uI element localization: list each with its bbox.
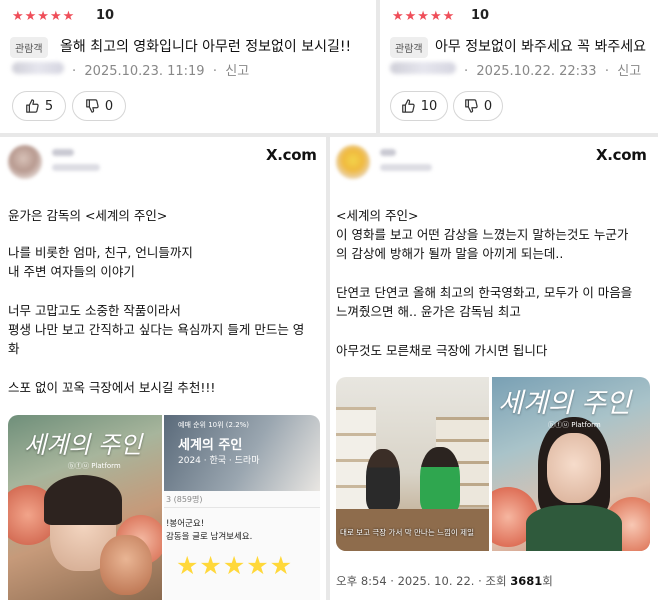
movie-poster-photo[interactable]: 세계의 주인 ⓑⓕⓤ Platform: [8, 415, 162, 600]
post-line: 너무 고맙고도 소중한 작품이라서: [8, 303, 181, 318]
blurred-display-name: [380, 149, 396, 156]
review-text: 올해 최고의 영화입니다 아무런 정보없이 보시길!!: [60, 39, 352, 55]
card-info: 2024 · 한국 · 드라마: [178, 456, 260, 466]
dislike-count: 0: [483, 98, 493, 114]
rank-badge: 예매 순위 10위 (2.2%): [178, 421, 250, 429]
poster-brand: ⓑⓕⓤ Platform: [68, 462, 121, 470]
blurred-avatar: [8, 145, 42, 179]
video-subtitle: 대로 보고 극장 가서 막 만나는 느낌이 제일: [340, 528, 474, 537]
review-text: 아무 정보없이 봐주세요 꼭 봐주세요: [435, 39, 646, 55]
rating-stars: ★★★★★: [12, 9, 76, 24]
poster-hair: [44, 475, 122, 525]
like-button[interactable]: 5: [12, 91, 66, 121]
person-left: [366, 449, 400, 511]
post-line: 아무것도 모른채로 극장에 가시면 됩니다: [336, 343, 548, 358]
thumbs-up-icon: [401, 99, 415, 113]
blurred-display-name: [52, 149, 74, 156]
report-link[interactable]: 신고: [617, 64, 641, 79]
post-line: 윤가은 감독의 <세계의 주인>: [8, 208, 168, 223]
post-line: 의 감상에 방해가 될까 말을 아끼게 되는데..: [336, 246, 564, 261]
movie-app-card[interactable]: 예매 순위 10위 (2.2%) 세계의 주인 2024 · 한국 · 드라마 …: [164, 415, 320, 600]
post-footer: 오후 8:54 · 2025. 10. 22. · 조회 3681회: [336, 573, 553, 589]
x-logo-text[interactable]: X.com: [266, 146, 317, 164]
sticker-line2: 감동을 글로 남겨보세요.: [166, 532, 253, 542]
poster-title: 세계의 주인: [498, 388, 631, 419]
x-post-left: X.com 윤가은 감독의 <세계의 주인> 나를 비롯한 엄마, 친구, 언니…: [0, 137, 326, 600]
post-line: <세계의 주인>: [336, 208, 419, 223]
movie-poster[interactable]: 세계의 주인 ⓑⓕⓤ Platform: [492, 377, 650, 551]
like-button[interactable]: 10: [390, 91, 448, 121]
post-line: 느껴줬으면 해.. 윤가은 감독님 최고: [336, 304, 521, 319]
review-card-right: ★★★★★ 10 관람객 아무 정보없이 봐주세요 꼭 봐주세요 · 2025.…: [380, 0, 658, 133]
viewer-badge: 관람객: [390, 37, 428, 58]
post-line: 이 영화를 보고 어떤 감상을 느꼈는지 말하는것도 누군가: [336, 227, 629, 242]
blurred-avatar: [336, 145, 370, 179]
blurred-username: [390, 62, 456, 74]
post-timestamp: 오후 8:54 · 2025. 10. 22. · 조회: [336, 574, 511, 588]
post-line: 평생 나만 보고 간직하고 싶다는 욕심까지 들게 만드는 영: [8, 322, 305, 337]
interview-video-still[interactable]: 대로 보고 극장 가서 막 만나는 느낌이 제일: [336, 377, 489, 551]
poster-brand: ⓑⓕⓤ Platform: [548, 421, 601, 429]
card-count: 3 (859명): [166, 495, 203, 504]
dislike-count: 0: [104, 98, 114, 114]
review-date: 2025.10.23. 11:19: [84, 64, 205, 79]
rating-stars-yellow: ★★★★★: [176, 551, 294, 580]
review-date: 2025.10.22. 22:33: [476, 64, 597, 79]
rating-stars: ★★★★★: [392, 9, 456, 24]
card-divider: [164, 507, 320, 508]
blurred-handle: [52, 164, 100, 171]
dislike-button[interactable]: 0: [72, 91, 126, 121]
like-count: 5: [44, 98, 54, 114]
poster-face: [547, 433, 601, 503]
view-count: 3681: [510, 574, 543, 588]
review-meta: · 2025.10.22. 22:33 · 신고: [464, 64, 642, 79]
blurred-username: [12, 62, 64, 74]
like-count: 10: [420, 98, 438, 114]
monkey-toy: [100, 535, 152, 595]
thumbs-down-icon: [85, 99, 99, 113]
review-card-left: ★★★★★ 10 관람객 올해 최고의 영화입니다 아무런 정보없이 보시길!!…: [0, 0, 376, 133]
post-line: 스포 없이 꼬옥 극장에서 보시길 추천!!!: [8, 380, 216, 395]
person-right: [420, 447, 460, 513]
view-unit: 회: [542, 574, 553, 588]
thumbs-up-icon: [25, 99, 39, 113]
post-line: 내 주변 여자들의 이야기: [8, 264, 135, 279]
post-line: 나를 비롯한 엄마, 친구, 언니들까지: [8, 245, 193, 260]
poster-title: 세계의 주인: [24, 431, 143, 459]
report-link[interactable]: 신고: [225, 64, 249, 79]
x-post-right: X.com <세계의 주인> 이 영화를 보고 어떤 감상을 느꼈는지 말하는것…: [330, 137, 658, 600]
dislike-button[interactable]: 0: [453, 91, 503, 121]
blurred-handle: [380, 164, 432, 171]
poster-shirt: [526, 505, 622, 551]
post-line: 화: [8, 341, 20, 356]
post-line: 단연코 단연코 올해 최고의 한국영화고, 모두가 이 마음을: [336, 285, 633, 300]
viewer-badge: 관람객: [10, 37, 48, 58]
review-meta: · 2025.10.23. 11:19 · 신고: [72, 64, 250, 79]
thumbs-down-icon: [464, 99, 478, 113]
card-title: 세계의 주인: [178, 438, 243, 453]
sticker-line1: !봉어군요!: [166, 519, 205, 529]
x-logo-text[interactable]: X.com: [596, 146, 647, 164]
rating-score: 10: [471, 8, 490, 23]
rating-score: 10: [96, 8, 115, 23]
